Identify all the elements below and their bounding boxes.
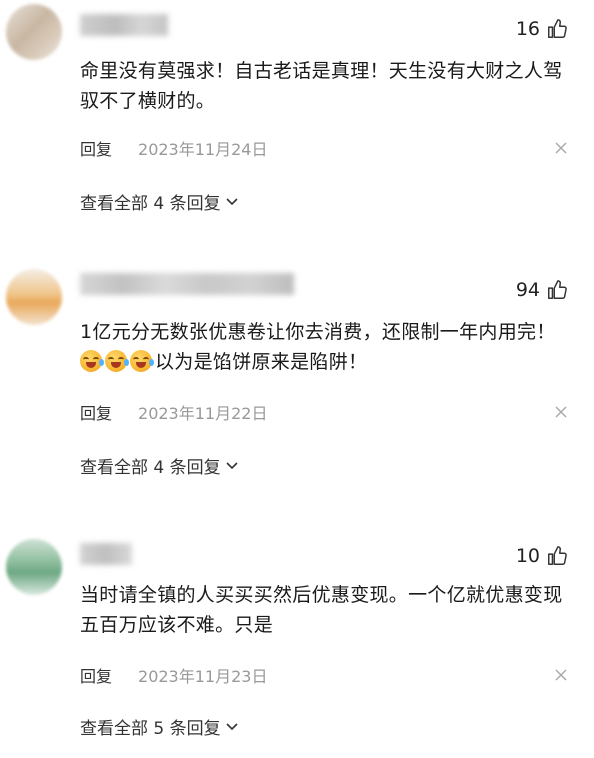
- comment-text-part2: 以为是馅饼原来是陷阱！: [155, 351, 368, 373]
- view-all-replies-label: 查看全部 4 条回复: [80, 457, 221, 478]
- laughing-crying-emoji-icon: [80, 350, 104, 372]
- comment-text-part1: 1亿元分无数张优惠卷让你去消费，还限制一年内用完！: [80, 321, 556, 343]
- comment-3: 10 当时请全镇的人买买买然后优惠变现。一个亿就优惠变现五百万应该不难。只是 回…: [0, 525, 594, 758]
- close-icon[interactable]: [554, 668, 568, 682]
- view-all-replies-button[interactable]: 查看全部 4 条回复: [80, 188, 239, 214]
- view-all-replies-button[interactable]: 查看全部 4 条回复: [80, 452, 239, 478]
- comment-date: 2023年11月23日: [138, 667, 268, 686]
- username-blurred[interactable]: [80, 543, 132, 565]
- like-count: 94: [515, 279, 540, 301]
- chevron-down-icon: [226, 723, 238, 731]
- comment-text: 当时请全镇的人买买买然后优惠变现。一个亿就优惠变现五百万应该不难。只是: [80, 584, 563, 636]
- reply-button[interactable]: 回复: [80, 136, 112, 160]
- username-blurred[interactable]: [80, 14, 168, 36]
- avatar[interactable]: [6, 269, 62, 325]
- chevron-down-icon: [226, 462, 238, 470]
- comment-2: 94 1亿元分无数张优惠卷让你去消费，还限制一年内用完！ 以为是馅饼原来是陷阱！…: [0, 255, 594, 505]
- avatar[interactable]: [6, 539, 62, 595]
- comment-date: 2023年11月22日: [138, 404, 268, 423]
- like-count: 16: [515, 18, 540, 40]
- laughing-crying-emoji-icon: [130, 350, 154, 372]
- view-all-replies-button[interactable]: 查看全部 5 条回复: [80, 713, 239, 739]
- comment-meta: 回复 2023年11月24日: [80, 136, 568, 160]
- comment-date: 2023年11月24日: [138, 140, 268, 159]
- username-blurred[interactable]: [80, 273, 294, 295]
- thumbs-up-icon: [548, 546, 567, 565]
- comment-1: 16 命里没有莫强求！自古老话是真理！天生没有大财之人驾驭不了横财的。 回复 2…: [0, 0, 594, 240]
- view-all-replies-label: 查看全部 4 条回复: [80, 193, 221, 214]
- like-button[interactable]: 10: [516, 543, 568, 569]
- like-button[interactable]: 94: [516, 277, 568, 303]
- chevron-down-icon: [226, 198, 238, 206]
- like-count: 10: [515, 545, 540, 567]
- close-icon[interactable]: [554, 141, 568, 155]
- comment-meta: 回复 2023年11月23日: [80, 663, 568, 687]
- close-icon[interactable]: [554, 405, 568, 419]
- comment-text: 1亿元分无数张优惠卷让你去消费，还限制一年内用完！ 以为是馅饼原来是陷阱！: [80, 317, 570, 377]
- view-all-replies-label: 查看全部 5 条回复: [80, 718, 221, 739]
- thumbs-up-icon: [548, 280, 567, 299]
- laughing-crying-emoji-icon: [105, 350, 129, 372]
- comment-text: 命里没有莫强求！自古老话是真理！天生没有大财之人驾驭不了横财的。: [80, 60, 563, 112]
- reply-button[interactable]: 回复: [80, 400, 112, 424]
- like-button[interactable]: 16: [516, 16, 568, 42]
- reply-button[interactable]: 回复: [80, 663, 112, 687]
- comment-meta: 回复 2023年11月22日: [80, 400, 568, 424]
- thumbs-up-icon: [548, 19, 567, 38]
- avatar[interactable]: [6, 4, 62, 60]
